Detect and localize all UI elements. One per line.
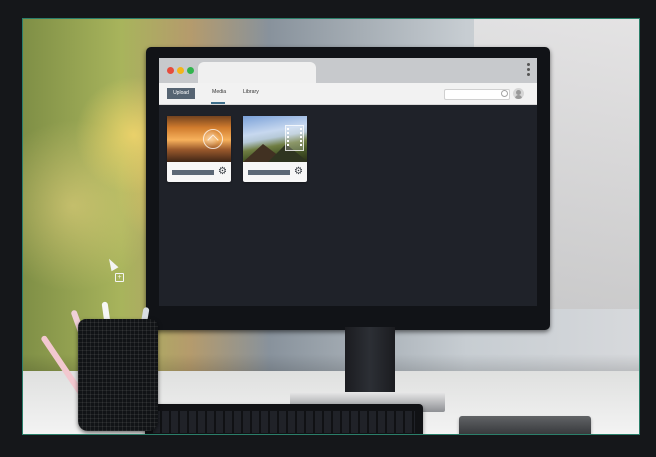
- close-window-button[interactable]: [167, 67, 174, 74]
- media-card[interactable]: ⚙: [243, 116, 307, 182]
- pen-holder: [78, 319, 158, 431]
- office-scene: Upload Media Library ⚙ ⚙ +: [22, 18, 640, 435]
- browser-tab[interactable]: [198, 62, 316, 83]
- gear-icon[interactable]: ⚙: [218, 167, 227, 177]
- user-avatar-icon[interactable]: [513, 88, 524, 99]
- minimize-window-button[interactable]: [177, 67, 184, 74]
- media-progress-bar: [248, 170, 290, 175]
- upload-button[interactable]: Upload: [167, 88, 195, 99]
- trackpad: [459, 416, 591, 434]
- maximize-window-button[interactable]: [187, 67, 194, 74]
- avatar-body: [515, 95, 522, 99]
- browser-titlebar: [159, 58, 537, 83]
- media-thumbnail[interactable]: [243, 116, 307, 162]
- tab-library[interactable]: Library: [243, 89, 259, 95]
- keyboard: [145, 404, 423, 434]
- tab-media[interactable]: Media: [212, 89, 226, 95]
- search-icon[interactable]: [501, 90, 508, 97]
- cloud-icon: [203, 129, 223, 149]
- film-icon: [285, 125, 304, 151]
- media-thumbnail[interactable]: [167, 116, 231, 162]
- monitor-stand-neck: [345, 327, 395, 392]
- media-card[interactable]: ⚙: [167, 116, 231, 182]
- drag-plus-icon: +: [115, 273, 124, 282]
- browser-screen: Upload Media Library ⚙ ⚙: [159, 58, 537, 306]
- screenshot-frame: Upload Media Library ⚙ ⚙ +: [0, 0, 656, 457]
- kebab-menu-icon[interactable]: [527, 63, 530, 77]
- media-progress-bar: [172, 170, 214, 175]
- cursor-icon: [105, 256, 119, 272]
- search-input[interactable]: [444, 89, 510, 100]
- active-tab-indicator: [211, 102, 225, 104]
- app-navbar: Upload Media Library: [159, 83, 537, 105]
- gear-icon[interactable]: ⚙: [294, 167, 303, 177]
- monitor: Upload Media Library ⚙ ⚙: [146, 47, 550, 330]
